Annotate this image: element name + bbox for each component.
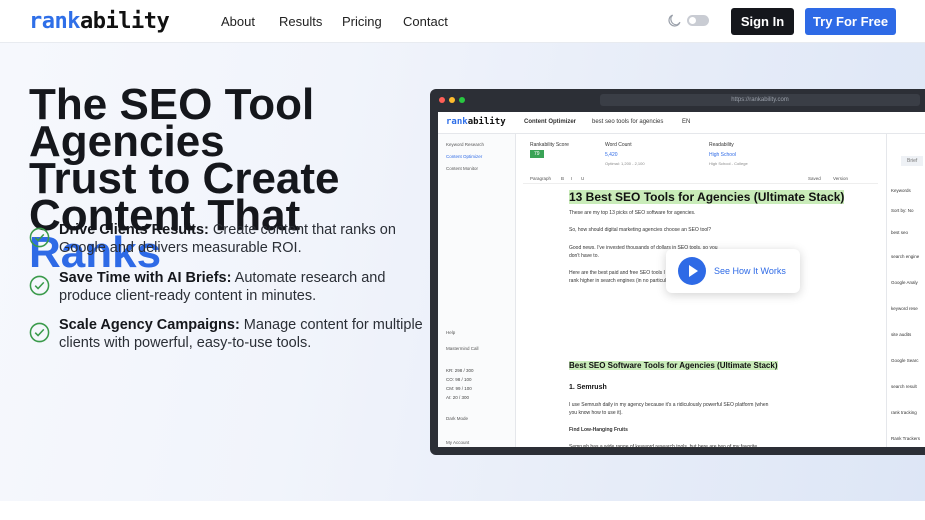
- toolbar-item[interactable]: I: [571, 176, 572, 181]
- keyword-item: Google Searc: [891, 358, 919, 363]
- feature-text: Save Time with AI Briefs: Automate resea…: [59, 269, 424, 305]
- app-header: rankability Content Optimizer best seo t…: [438, 112, 925, 134]
- doc-line: So, how should digital marketing agencie…: [569, 227, 712, 233]
- metric-label: Readability: [709, 142, 734, 148]
- doc-line: you know how to use it).: [569, 410, 623, 416]
- metric-value: High School: [709, 152, 736, 158]
- score-row: AI: 20 / 300: [446, 395, 470, 400]
- doc-line: Semrush has a wide range of keyword rese…: [569, 444, 758, 450]
- check-circle-icon: [29, 227, 50, 248]
- doc-line: Find Low-Hanging Fruits: [569, 427, 628, 433]
- editor-toolbar: Paragraph B I U Saved Version: [523, 174, 878, 184]
- score-row: KR: 298 / 300: [446, 368, 474, 373]
- feature-title: Save Time with AI Briefs:: [59, 270, 232, 286]
- doc-line: These are my top 13 picks of SEO softwar…: [569, 210, 696, 216]
- check-circle-icon: [29, 275, 50, 296]
- keyword-item: Rank Trackers: [891, 436, 921, 441]
- product-screenshot: https://rankability.com rankability Cont…: [430, 89, 925, 455]
- sidebar-item: Content Monitor: [446, 166, 479, 171]
- dark-mode-toggle[interactable]: [687, 15, 709, 26]
- toolbar-item[interactable]: Version: [833, 176, 848, 181]
- nav-link-about[interactable]: About: [221, 14, 255, 29]
- try-for-free-button[interactable]: Try For Free: [805, 8, 896, 35]
- feature-item: Drive Clients Results: Create content th…: [29, 221, 424, 257]
- tab-brief[interactable]: Brief: [901, 156, 924, 166]
- right-panel: Brief Keywords Sort by: No best seo sear…: [886, 134, 925, 447]
- feature-item: Save Time with AI Briefs: Automate resea…: [29, 269, 424, 305]
- metric-sub: Optimal: 1,200 - 2,100: [605, 161, 645, 166]
- keyword-item: keyword rese: [891, 306, 918, 311]
- toolbar-item: Saved: [808, 176, 821, 181]
- keyword-item: search engine: [891, 254, 920, 259]
- feature-title: Scale Agency Campaigns:: [59, 317, 240, 333]
- sidebar-item: Dark Mode: [446, 416, 469, 421]
- check-circle-icon: [29, 322, 50, 343]
- close-dot-icon: [439, 97, 445, 103]
- app-sidebar: Keyword Research Content Optimizer Conte…: [438, 134, 516, 447]
- score-badge: 79: [530, 150, 544, 158]
- feature-text: Drive Clients Results: Create content th…: [59, 221, 424, 257]
- minimize-dot-icon: [449, 97, 455, 103]
- nav-link-pricing[interactable]: Pricing: [342, 14, 382, 29]
- maximize-dot-icon: [459, 97, 465, 103]
- keyword-item: search result: [891, 384, 917, 389]
- doc-heading-2-text: Best SEO Software Tools for Agencies (Ul…: [569, 361, 778, 370]
- tab-keywords[interactable]: Keywords: [891, 188, 911, 193]
- feature-text: Scale Agency Campaigns: Manage content f…: [59, 316, 424, 352]
- doc-heading-2: Best SEO Software Tools for Agencies (Ul…: [569, 361, 778, 370]
- keyword-item: site audits: [891, 332, 912, 337]
- doc-line: don't have to.: [569, 253, 599, 259]
- nav-link-contact[interactable]: Contact: [403, 14, 448, 29]
- nav-link-results[interactable]: Results: [279, 14, 322, 29]
- keyword-item: rank tracking: [891, 410, 917, 415]
- metric-sub: High School - College: [709, 161, 748, 166]
- toolbar-item[interactable]: U: [581, 176, 584, 181]
- doc-title: 13 Best SEO Tools for Agencies (Ultimate…: [569, 190, 845, 204]
- breadcrumb-lang: EN: [682, 119, 691, 125]
- url-bar: https://rankability.com: [600, 94, 920, 106]
- sign-in-button[interactable]: Sign In: [731, 8, 794, 35]
- metric-label: Word Count: [605, 142, 632, 148]
- doc-line: I use Semrush daily in my agency because…: [569, 402, 769, 408]
- sidebar-item: Mastermind Call: [446, 346, 479, 351]
- see-how-it-works-button[interactable]: See How It Works: [666, 249, 800, 293]
- doc-title-text: 13 Best SEO Tools for Agencies (Ultimate…: [569, 190, 845, 204]
- breadcrumb-section: Content Optimizer: [524, 119, 576, 125]
- keyword-item: Google Analy: [891, 280, 918, 285]
- score-row: CO: 98 / 100: [446, 377, 472, 382]
- rankability-logo[interactable]: rankability: [29, 9, 170, 34]
- feature-item: Scale Agency Campaigns: Manage content f…: [29, 316, 424, 352]
- sidebar-item: Help: [446, 330, 456, 335]
- score-row: CM: 99 / 100: [446, 386, 472, 391]
- sidebar-item: My Account: [446, 440, 470, 445]
- app-logo-suffix: ability: [467, 117, 506, 127]
- logo-prefix: rank: [29, 9, 80, 34]
- keyword-item: Sort by: No: [891, 208, 914, 213]
- keyword-item: best seo: [891, 230, 909, 235]
- top-navbar: rankability About Results Pricing Contac…: [0, 0, 925, 43]
- app-logo-prefix: rank: [446, 117, 468, 127]
- sidebar-item: Content Optimizer: [446, 154, 483, 159]
- logo-suffix: ability: [79, 9, 170, 34]
- toolbar-item[interactable]: Paragraph: [530, 176, 551, 181]
- play-icon: [678, 257, 706, 285]
- toolbar-item[interactable]: B: [561, 176, 564, 181]
- app-logo: rankability: [446, 117, 506, 127]
- sidebar-item: Keyword Research: [446, 142, 485, 147]
- breadcrumb-page: best seo tools for agencies: [592, 119, 664, 125]
- metric-value: 5,420: [605, 152, 618, 158]
- moon-icon: [668, 14, 681, 27]
- browser-chrome: https://rankability.com: [430, 89, 925, 111]
- feature-title: Drive Clients Results:: [59, 222, 209, 238]
- video-label: See How It Works: [714, 266, 786, 276]
- metric-label: Rankability Score: [530, 142, 569, 148]
- doc-heading-3: 1. Semrush: [569, 384, 607, 391]
